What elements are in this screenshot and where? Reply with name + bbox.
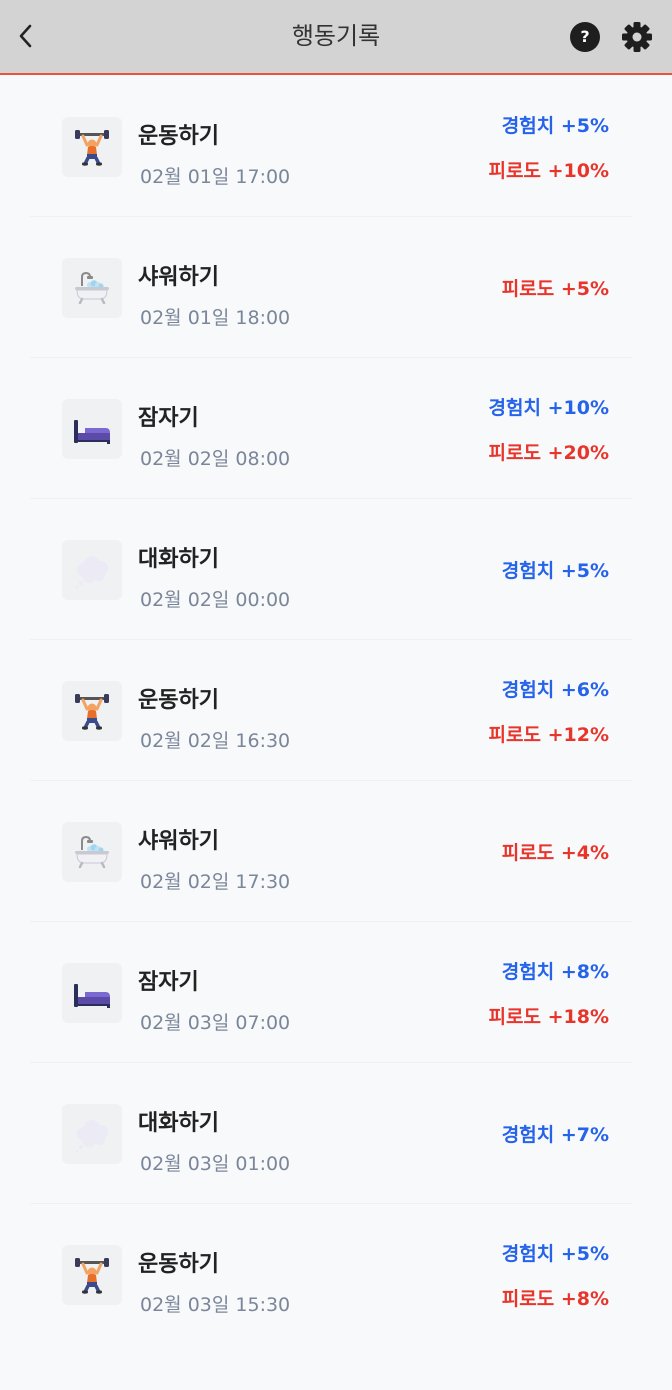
fatigue-stat: 피로도 +12%	[488, 723, 609, 746]
exp-stat: 경험치 +5%	[501, 560, 609, 582]
record-name: 샤워하기	[138, 829, 219, 854]
thought-bubble-icon	[62, 1103, 122, 1164]
exp-stat: 경험치 +5%	[501, 114, 609, 137]
record-name: 대화하기	[138, 1111, 219, 1136]
bathtub-icon	[62, 257, 122, 318]
weightlifter-icon	[62, 116, 122, 177]
bed-icon	[62, 398, 122, 459]
record-time: 02월 02일 17:30	[140, 871, 291, 893]
record-name: 샤워하기	[138, 265, 219, 290]
record-time: 02월 02일 16:30	[140, 730, 291, 752]
record-stats: 피로도 +4%	[502, 781, 609, 922]
record-stats: 경험치 +10% 피로도 +20%	[489, 358, 609, 499]
record-item[interactable]: 운동하기 02월 02일 16:30 경험치 +6% 피로도 +12%	[0, 640, 672, 781]
record-stats: 피로도 +5%	[502, 217, 609, 358]
record-time: 02월 01일 17:00	[140, 166, 291, 188]
record-time: 02월 01일 18:00	[140, 307, 291, 329]
thought-bubble-icon	[62, 539, 122, 600]
help-icon[interactable]: ?	[570, 22, 600, 52]
bed-icon	[62, 962, 122, 1023]
record-stats: 경험치 +5% 피로도 +10%	[489, 76, 609, 217]
record-name: 운동하기	[138, 1252, 219, 1277]
record-time: 02월 03일 07:00	[140, 1012, 291, 1034]
record-name: 잠자기	[138, 970, 199, 995]
record-time: 02월 03일 15:30	[140, 1294, 291, 1316]
record-name: 대화하기	[138, 547, 219, 572]
record-list: 운동하기 02월 01일 17:00 경험치 +5% 피로도 +10% 샤워하기 02월…	[0, 76, 672, 1345]
exp-stat: 경험치 +7%	[501, 1124, 609, 1146]
record-stats: 경험치 +5%	[502, 499, 609, 640]
exp-stat: 경험치 +8%	[501, 960, 609, 983]
record-item[interactable]: 샤워하기 02월 02일 17:30 피로도 +4%	[0, 781, 672, 922]
record-item[interactable]: 샤워하기 02월 01일 18:00 피로도 +5%	[0, 217, 672, 358]
fatigue-stat: 피로도 +10%	[488, 159, 609, 182]
weightlifter-icon	[62, 680, 122, 741]
record-time: 02월 02일 08:00	[140, 448, 291, 470]
bathtub-icon	[62, 821, 122, 882]
app-header: 행동기록 ?	[0, 0, 672, 75]
record-stats: 경험치 +5% 피로도 +8%	[502, 1204, 609, 1345]
gear-icon[interactable]	[620, 20, 654, 54]
record-item[interactable]: 운동하기 02월 03일 15:30 경험치 +5% 피로도 +8%	[0, 1204, 672, 1345]
fatigue-stat: 피로도 +8%	[501, 1287, 609, 1310]
exp-stat: 경험치 +5%	[501, 1242, 609, 1265]
record-name: 운동하기	[138, 124, 219, 149]
record-stats: 경험치 +6% 피로도 +12%	[489, 640, 609, 781]
fatigue-stat: 피로도 +18%	[488, 1005, 609, 1028]
record-name: 운동하기	[138, 688, 219, 713]
weightlifter-icon	[62, 1244, 122, 1305]
record-item[interactable]: 잠자기 02월 02일 08:00 경험치 +10% 피로도 +20%	[0, 358, 672, 499]
fatigue-stat: 피로도 +20%	[488, 441, 609, 464]
exp-stat: 경험치 +6%	[501, 678, 609, 701]
exp-stat: 경험치 +10%	[488, 396, 609, 419]
record-stats: 경험치 +8% 피로도 +18%	[489, 922, 609, 1063]
record-item[interactable]: 운동하기 02월 01일 17:00 경험치 +5% 피로도 +10%	[0, 76, 672, 217]
record-item[interactable]: 대화하기 02월 03일 01:00 경험치 +7%	[0, 1063, 672, 1204]
record-time: 02월 03일 01:00	[140, 1153, 291, 1175]
record-time: 02월 02일 00:00	[140, 589, 291, 611]
fatigue-stat: 피로도 +5%	[501, 278, 609, 300]
record-item[interactable]: 잠자기 02월 03일 07:00 경험치 +8% 피로도 +18%	[0, 922, 672, 1063]
record-name: 잠자기	[138, 406, 199, 431]
fatigue-stat: 피로도 +4%	[501, 842, 609, 864]
record-stats: 경험치 +7%	[502, 1063, 609, 1204]
record-item[interactable]: 대화하기 02월 02일 00:00 경험치 +5%	[0, 499, 672, 640]
